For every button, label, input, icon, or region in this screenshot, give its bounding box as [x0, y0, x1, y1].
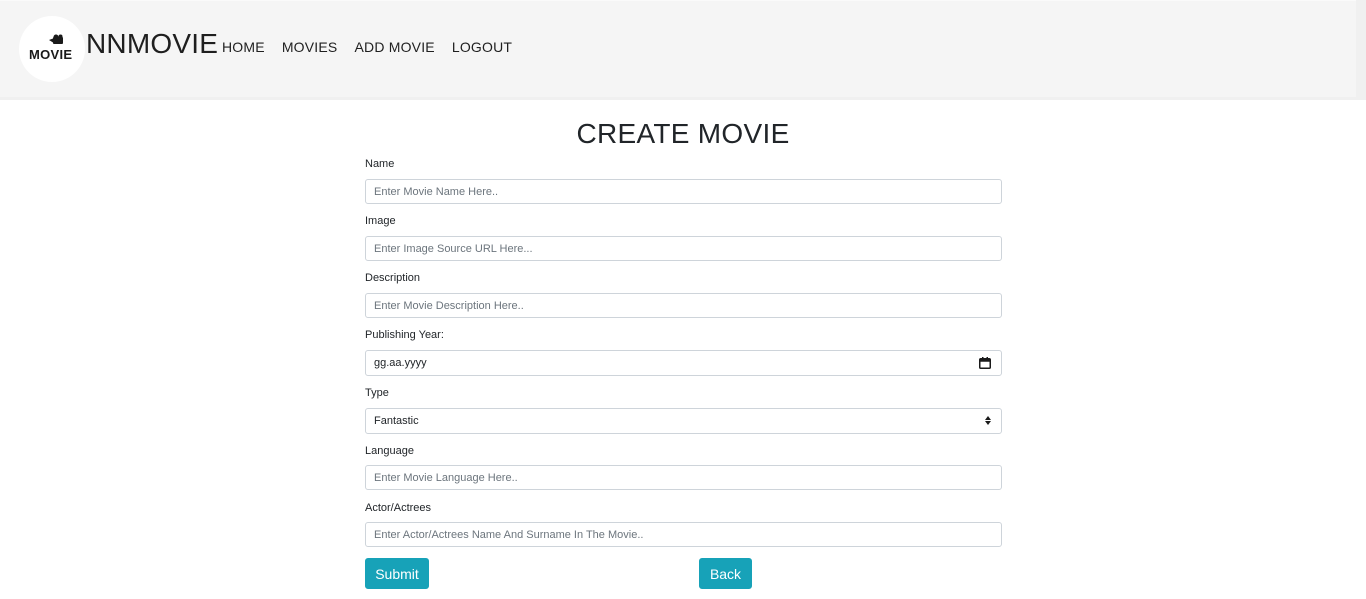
nav-links: HOME MOVIES ADD MOVIE LOGOUT	[222, 39, 529, 55]
navbar: MOVIE NNMOVIE HOME MOVIES ADD MOVIE LOGO…	[0, 0, 1366, 100]
type-label: Type	[365, 387, 389, 399]
nav-link-add-movie[interactable]: ADD MOVIE	[354, 39, 434, 55]
navbar-inner: MOVIE NNMOVIE HOME MOVIES ADD MOVIE LOGO…	[0, 0, 1356, 97]
image-label: Image	[365, 215, 396, 227]
camera-icon	[49, 34, 63, 44]
description-label: Description	[365, 272, 421, 284]
name-label: Name	[365, 158, 395, 170]
calendar-icon[interactable]	[979, 357, 991, 369]
page-title: CREATE MOVIE	[576, 118, 790, 149]
name-input[interactable]	[365, 179, 1002, 204]
language-input[interactable]	[365, 465, 1002, 490]
select-arrows-icon	[985, 416, 991, 426]
brand-name[interactable]: NNMOVIE	[86, 28, 218, 60]
logo-text: MOVIE	[29, 47, 73, 62]
date-value: gg.aa.yyyy	[374, 357, 427, 369]
type-selected-value: Fantastic	[374, 415, 419, 427]
nav-link-home[interactable]: HOME	[222, 39, 265, 55]
publishing-year-date-input[interactable]: gg.aa.yyyy	[365, 350, 1002, 376]
logo[interactable]: MOVIE	[19, 16, 85, 82]
language-label: Language	[365, 445, 414, 457]
description-input[interactable]	[365, 293, 1002, 318]
image-url-input[interactable]	[365, 236, 1002, 261]
publishing-year-label: Publishing Year:	[365, 329, 444, 341]
type-select[interactable]: Fantastic	[365, 408, 1002, 434]
nav-link-movies[interactable]: MOVIES	[282, 39, 338, 55]
nav-link-logout[interactable]: LOGOUT	[452, 39, 512, 55]
actor-label: Actor/Actrees	[365, 502, 432, 514]
actor-input[interactable]	[365, 522, 1002, 547]
back-button[interactable]: Back	[699, 558, 752, 589]
submit-button[interactable]: Submit	[365, 558, 429, 589]
